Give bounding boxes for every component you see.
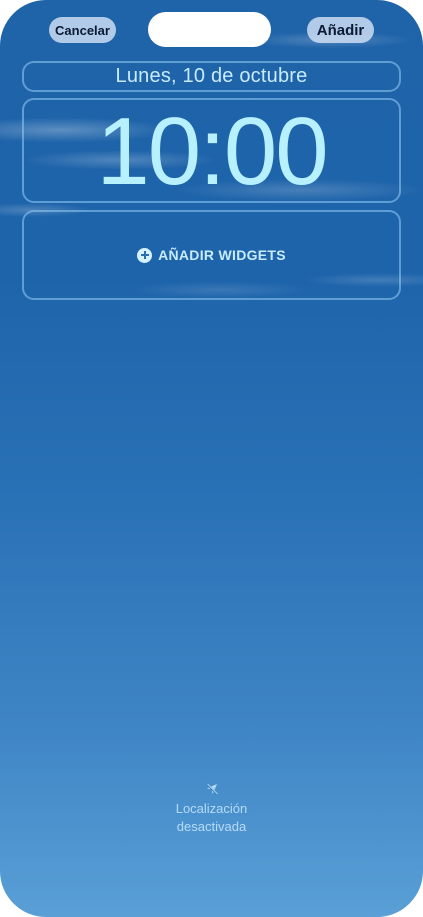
- clock-slot[interactable]: 10:00: [22, 98, 401, 203]
- add-widgets-label: AÑADIR WIDGETS: [158, 247, 286, 263]
- lock-screen-editor: Cancelar Añadir Lunes, 10 de octubre 10:…: [0, 0, 423, 917]
- location-status: Localización desactivada: [150, 782, 273, 836]
- dynamic-island: [148, 12, 271, 47]
- location-off-icon: [205, 783, 218, 795]
- clock-time: 10:00: [96, 97, 328, 205]
- date-label: Lunes, 10 de octubre: [115, 65, 308, 87]
- add-widgets-slot[interactable]: AÑADIR WIDGETS: [22, 210, 401, 300]
- date-widget-slot[interactable]: Lunes, 10 de octubre: [22, 61, 401, 92]
- cancel-button[interactable]: Cancelar: [49, 17, 116, 43]
- location-line-1: Localización: [175, 801, 248, 816]
- location-line-2: desactivada: [176, 819, 247, 834]
- add-button[interactable]: Añadir: [307, 17, 374, 43]
- add-widgets-button[interactable]: AÑADIR WIDGETS: [137, 247, 286, 263]
- plus-circle-icon: [137, 247, 153, 263]
